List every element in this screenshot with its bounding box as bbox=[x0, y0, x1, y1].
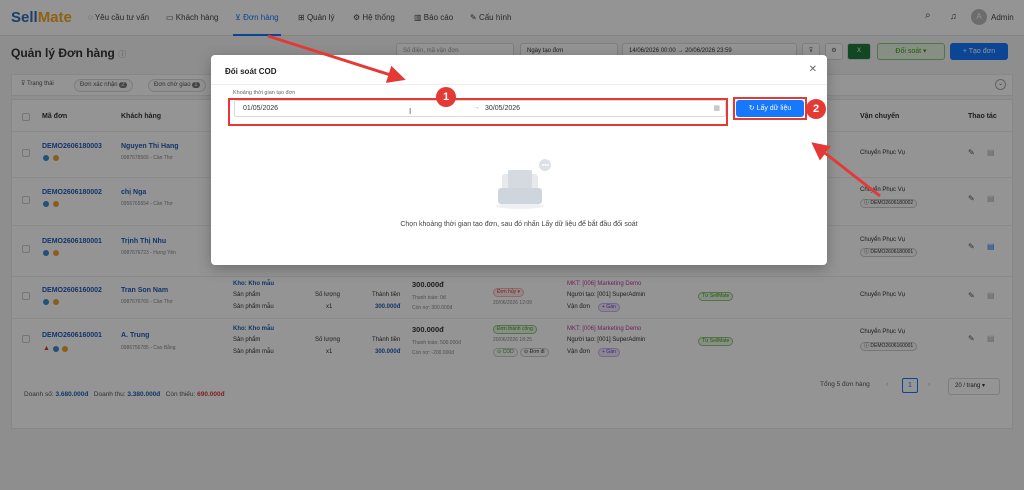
annotation-arrows bbox=[267, 34, 881, 198]
arrow-to-modal bbox=[267, 34, 406, 83]
arrow-to-fetch bbox=[811, 142, 881, 198]
